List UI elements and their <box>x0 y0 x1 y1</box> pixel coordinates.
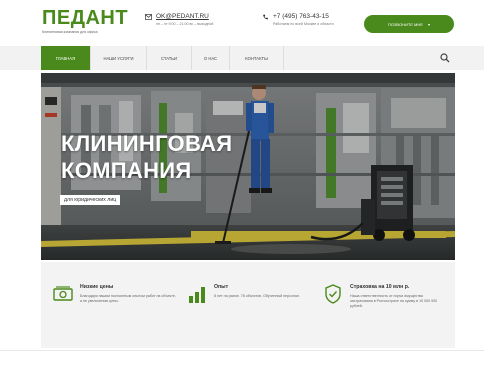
hero-banner: КЛИНИНГОВАЯ КОМПАНИЯ для юридических лиц <box>41 73 455 260</box>
feature-insurance: Страховка на 10 млн р. Наша ответственно… <box>322 283 446 310</box>
site-header: ПЕДАНТ Клининговая компания для офиса OK… <box>0 0 484 46</box>
callback-button-label: ПОЗВОНИТЕ МНЕ <box>388 21 423 27</box>
email-hours: пн – пт 9:00 – 21:00 вс – выходной <box>156 22 214 26</box>
main-nav: ГЛАВНАЯ НАШИ УСЛУГИ СТАТЬИ О НАС КОНТАКТ… <box>0 46 484 70</box>
money-icon <box>53 286 73 301</box>
divider <box>0 350 484 351</box>
envelope-icon <box>145 14 152 20</box>
search-icon[interactable] <box>440 53 450 63</box>
chart-icon <box>189 287 205 303</box>
hero-title-line2: КОМПАНИЯ <box>61 158 192 183</box>
phone-number[interactable]: +7 (495) 763-43-15 <box>273 12 334 21</box>
nav-item-services[interactable]: НАШИ УСЛУГИ <box>91 46 147 70</box>
callback-button[interactable]: ПОЗВОНИТЕ МНЕ ▾ <box>364 15 454 33</box>
logo-tagline: Клининговая компания для офиса <box>42 30 98 34</box>
nav-item-home[interactable]: ГЛАВНАЯ <box>41 46 91 70</box>
email-contact: OK@PEDANT.RU пн – пт 9:00 – 21:00 вс – в… <box>145 12 213 27</box>
hero-title: КЛИНИНГОВАЯ КОМПАНИЯ <box>61 130 232 184</box>
feature-title: Опыт <box>214 284 229 290</box>
nav-item-articles[interactable]: СТАТЬИ <box>147 46 192 70</box>
phone-icon <box>263 14 268 20</box>
feature-desc: Наша ответственность от порчи имущества … <box>350 294 438 309</box>
nav-item-about[interactable]: О НАС <box>192 46 230 70</box>
feature-title: Страховка на 10 млн р. <box>350 284 410 290</box>
feature-desc: 8 лет на рынке. 78 объектов. Обученный п… <box>214 294 300 298</box>
feature-desc: Благодаря нашим постоянным опытом работ … <box>80 294 176 304</box>
feature-title: Низкие цены <box>80 284 114 290</box>
shield-icon <box>325 284 341 304</box>
phone-area: Работаем по всей Москве и области <box>273 22 334 26</box>
logo-text: ПЕДАНТ <box>42 7 129 29</box>
features-panel: Низкие цены Благодаря нашим постоянным о… <box>41 262 455 348</box>
email-link[interactable]: OK@PEDANT.RU <box>156 12 213 21</box>
hero-title-line1: КЛИНИНГОВАЯ <box>61 131 233 156</box>
nav-item-contacts[interactable]: КОНТАКТЫ <box>230 46 284 70</box>
logo[interactable]: ПЕДАНТ Клининговая компания для офиса <box>42 8 128 34</box>
phone-contact: +7 (495) 763-43-15 Работаем по всей Моск… <box>262 12 334 27</box>
feature-low-prices: Низкие цены Благодаря нашим постоянным о… <box>52 283 178 305</box>
hero-subtitle: для юридических лиц <box>60 195 121 205</box>
chevron-down-icon: ▾ <box>427 21 430 27</box>
feature-experience: Опыт 8 лет на рынке. 78 объектов. Обучен… <box>186 283 302 305</box>
